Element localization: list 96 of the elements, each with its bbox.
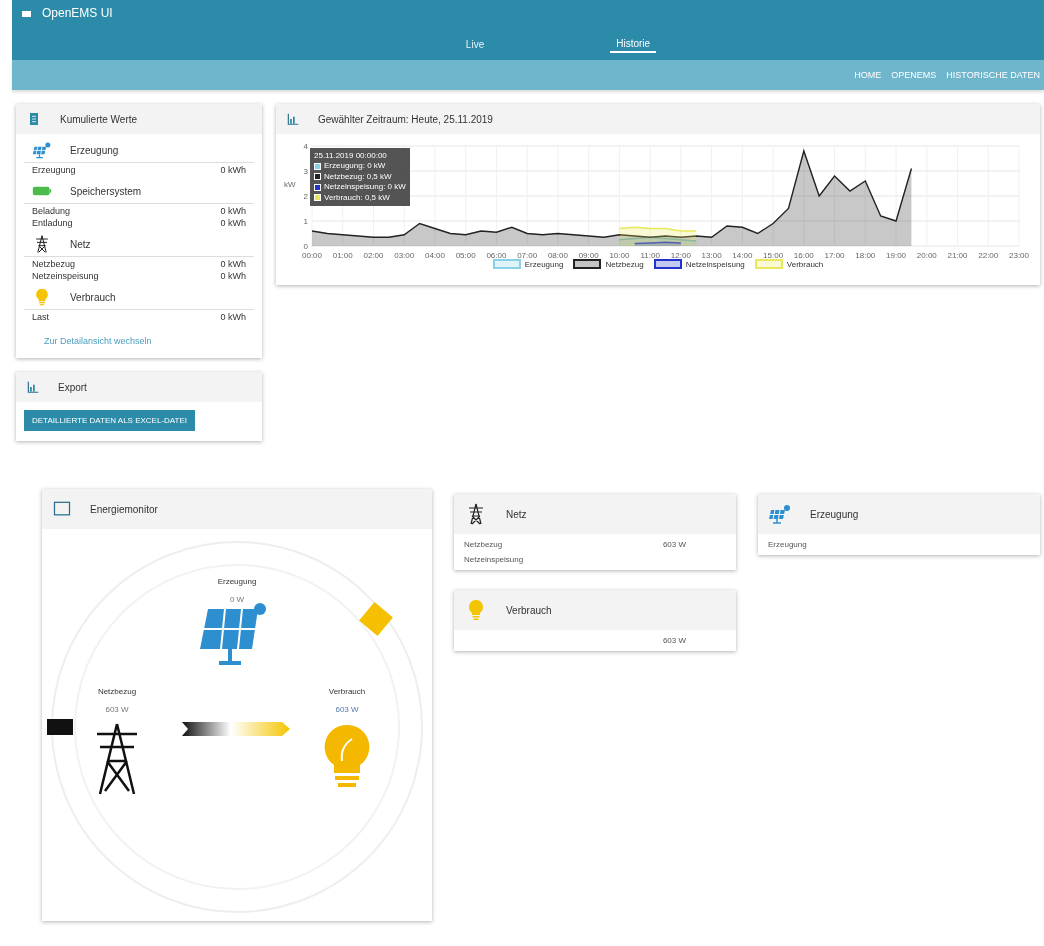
x-tick-label: 15:00: [763, 251, 784, 260]
row-label: Beladung: [32, 206, 71, 216]
x-tick-label: 01:00: [332, 251, 353, 260]
node-value: 603 W: [335, 705, 359, 714]
x-tick-label: 06:00: [486, 251, 507, 260]
solar-panel-drawing: [200, 603, 266, 665]
bar-chart-icon: [286, 112, 300, 126]
x-tick-label: 13:00: [701, 251, 722, 260]
row-value: 603 W: [662, 540, 686, 549]
row-label: Entladung: [32, 218, 73, 228]
x-tick-label: 19:00: [886, 251, 907, 260]
row-label: Netzbezug: [32, 259, 76, 269]
row-label: Netzbezug: [464, 540, 503, 549]
legend-label: Verbrauch: [786, 259, 824, 269]
tooltip-title: 25.11.2019 00:00:00: [314, 151, 388, 162]
x-tick-label: 04:00: [424, 251, 445, 260]
x-tick-label: 11:00: [640, 251, 660, 260]
row-label: Netzeinspeisung: [32, 271, 99, 281]
export-button[interactable]: DETAILLIERTE DATEN ALS EXCEL-DATEI: [24, 410, 195, 431]
axis-label: kW: [284, 179, 296, 189]
x-tick-label: 03:00: [394, 251, 415, 260]
section-title: Erzeugung: [70, 144, 119, 156]
bar-chart-icon: [26, 380, 40, 394]
app-title: OpenEMS UI: [42, 6, 113, 20]
card-title: Verbrauch: [506, 604, 552, 616]
x-tick-label: 08:00: [547, 251, 568, 260]
card-title: Export: [58, 381, 87, 393]
y-tick-label: 3: [303, 167, 308, 176]
x-tick-label: 20:00: [916, 251, 937, 260]
x-tick-label: 07:00: [517, 251, 538, 260]
breadcrumb-link[interactable]: HOME: [854, 70, 882, 80]
legend-swatch: [573, 259, 602, 269]
solar-panel-icon: [32, 140, 52, 160]
nav-tab[interactable]: Live: [459, 36, 491, 53]
tooltip-text: Erzeugung: 0 kW: [324, 161, 386, 172]
x-tick-label: 21:00: [947, 251, 968, 260]
row-value: 0 kWh: [220, 259, 246, 269]
node-value: 603 W: [105, 705, 129, 714]
card-title: Kumulierte Werte: [60, 113, 138, 125]
legend-swatch: [314, 194, 321, 202]
solar-panel-icon: [768, 502, 792, 526]
legend-swatch: [314, 163, 321, 171]
section-title: Verbrauch: [70, 291, 116, 303]
legend-swatch: [754, 259, 783, 269]
detail-link[interactable]: Zur Detailansicht wechseln: [16, 322, 262, 350]
x-tick-label: 14:00: [732, 251, 753, 260]
row-value: 0 kWh: [220, 312, 246, 322]
light-bulb-drawing: [324, 725, 370, 787]
x-tick-label: 18:00: [855, 251, 876, 260]
legend-label: Netzbezug: [605, 259, 644, 269]
nav-tab[interactable]: Historie: [610, 36, 657, 53]
row-label: Last: [32, 312, 49, 322]
row-value: 0 kWh: [220, 218, 246, 228]
y-tick-label: 0: [303, 242, 308, 251]
legend-swatch: [314, 183, 321, 191]
breadcrumb-link[interactable]: HISTORISCHE DATEN: [946, 70, 1040, 80]
x-tick-label: 05:00: [455, 251, 476, 260]
row-value: 0 kWh: [220, 165, 246, 175]
legend-label: Netzeinspeisung: [685, 259, 745, 269]
tooltip-text: Netzeinspeisung: 0 kW: [324, 182, 406, 193]
x-tick-label: 16:00: [793, 251, 814, 260]
legend-swatch: [653, 259, 682, 269]
x-tick-label: 22:00: [978, 251, 999, 260]
legend-label: Erzeugung: [524, 259, 564, 269]
grid-sector-marker: [47, 719, 73, 735]
node-label: Netzbezug: [97, 687, 137, 696]
card-title: Netz: [506, 508, 527, 520]
card-title: Energiemonitor: [90, 503, 158, 515]
x-tick-label: 00:00: [302, 251, 322, 260]
row-label: Erzeugung: [768, 540, 807, 549]
row-value: 0 kWh: [220, 271, 246, 281]
node-value: 0 W: [229, 595, 245, 604]
y-tick-label: 2: [303, 192, 308, 201]
card-title: Gewählter Zeitraum: Heute, 25.11.2019: [318, 113, 493, 125]
legend-swatch: [492, 259, 521, 269]
row-value: 0 kWh: [220, 206, 246, 216]
x-tick-label: 10:00: [609, 251, 630, 260]
row-label: Netzeinspeisung: [464, 555, 524, 564]
node-label: Erzeugung: [217, 577, 257, 586]
x-tick-label: 02:00: [363, 251, 384, 260]
section-title: Netz: [70, 238, 91, 250]
y-tick-label: 4: [303, 142, 308, 151]
x-tick-label: 17:00: [824, 251, 845, 260]
tooltip-text: Netzbezug: 0,5 kW: [324, 171, 392, 183]
x-tick-label: 23:00: [1009, 251, 1029, 260]
row-label: Erzeugung: [32, 165, 76, 175]
node-label: Verbrauch: [328, 687, 366, 696]
y-tick-label: 1: [303, 217, 308, 226]
row-value: 603 W: [662, 636, 686, 645]
legend-swatch: [314, 173, 321, 181]
section-title: Speichersystem: [70, 185, 142, 197]
breadcrumb-link[interactable]: OPENEMS: [891, 70, 937, 80]
tooltip-text: Verbrauch: 0,5 kW: [324, 192, 390, 203]
x-tick-label: 12:00: [670, 251, 691, 260]
card-title: Erzeugung: [810, 508, 859, 520]
x-tick-label: 09:00: [578, 251, 599, 260]
